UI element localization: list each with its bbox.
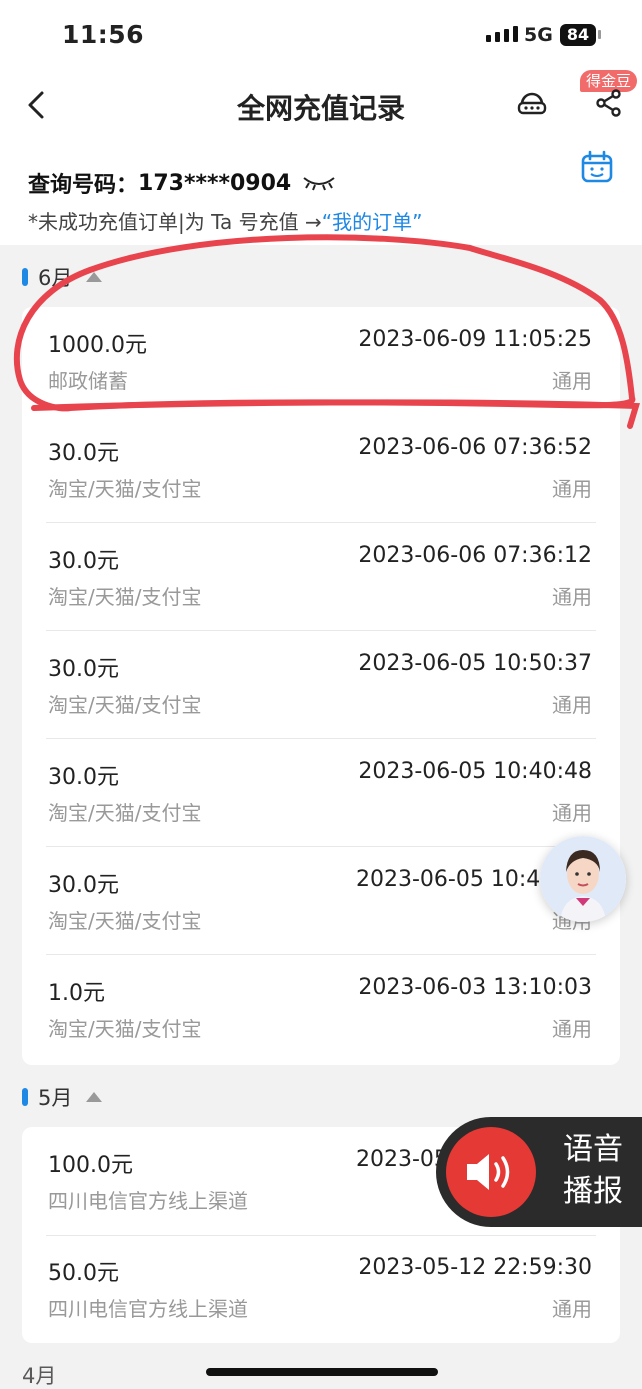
record-channel: 淘宝/天猫/支付宝 (48, 693, 202, 717)
home-indicator[interactable] (206, 1368, 438, 1376)
battery-tip (598, 30, 601, 39)
voice-broadcast-label: 语音 播报 (548, 1129, 638, 1213)
record-row[interactable]: 30.0元 2023-06-05 10:50:37 淘宝/天猫/支付宝 通用 (22, 631, 620, 739)
voice-label-line2: 播报 (563, 1174, 623, 1209)
record-tag: 通用 (552, 1297, 592, 1321)
record-row[interactable]: 30.0元 2023-06-05 10:4 淘宝/天猫/支付宝 通用 (22, 847, 620, 955)
records-card-june: 1000.0元 2023-06-09 11:05:25 邮政储蓄 通用 30.0… (22, 307, 620, 1065)
voice-broadcast-button[interactable]: 语音 播报 (436, 1117, 642, 1227)
record-row[interactable]: 50.0元 2023-05-12 22:59:30 四川电信官方线上渠道 通用 (22, 1235, 620, 1343)
query-tip: *未成功充值订单|为 Ta 号充值 →“我的订单” (28, 206, 422, 235)
calendar-icon[interactable] (580, 150, 614, 184)
record-tag: 通用 (552, 801, 592, 825)
record-channel: 四川电信官方线上渠道 (48, 1297, 248, 1321)
record-amount: 1000.0元 (48, 333, 147, 358)
query-header: 查询号码： 173****0904 *未成功充值订单|为 Ta 号充值 →“我的… (0, 140, 642, 245)
record-datetime: 2023-06-06 07:36:12 (358, 543, 592, 568)
record-channel: 邮政储蓄 (48, 369, 128, 393)
share-icon[interactable] (594, 88, 624, 118)
month-header-april[interactable]: 4月 (22, 1360, 56, 1389)
record-tag: 通用 (552, 585, 592, 609)
record-amount: 100.0元 (48, 1153, 133, 1178)
record-datetime: 2023-06-05 10:4 (356, 867, 541, 892)
row-divider (46, 1235, 596, 1236)
record-row[interactable]: 1000.0元 2023-06-09 11:05:25 邮政储蓄 通用 (22, 307, 620, 415)
nav-bar: 全网充值记录 得金豆 (0, 70, 642, 140)
record-tag: 通用 (552, 477, 592, 501)
voice-label-line1: 语音 (563, 1132, 623, 1167)
month-label: 5月 (38, 1086, 73, 1110)
record-row[interactable]: 1.0元 2023-06-03 13:10:03 淘宝/天猫/支付宝 通用 (22, 955, 620, 1063)
record-channel: 淘宝/天猫/支付宝 (48, 477, 202, 501)
record-row[interactable]: 30.0元 2023-06-05 10:40:48 淘宝/天猫/支付宝 通用 (22, 739, 620, 847)
record-tag: 通用 (552, 693, 592, 717)
network-label: 5G (524, 24, 553, 46)
record-channel: 淘宝/天猫/支付宝 (48, 801, 202, 825)
signal-icon (486, 26, 518, 42)
query-number-line: 查询号码： 173****0904 (28, 167, 337, 199)
query-label: 查询号码： (28, 173, 139, 198)
eye-closed-icon[interactable] (301, 173, 337, 193)
record-datetime: 2023-05-12 22:59:30 (358, 1255, 592, 1280)
record-row[interactable]: 30.0元 2023-06-06 07:36:12 淘宝/天猫/支付宝 通用 (22, 523, 620, 631)
month-marker (22, 1088, 28, 1106)
month-label: 6月 (38, 266, 73, 290)
record-channel: 淘宝/天猫/支付宝 (48, 1017, 202, 1041)
my-orders-link[interactable]: “我的订单” (322, 210, 423, 234)
page: 11:56 5G 84 全网充值记录 得金豆 查询号码： 173****0904… (0, 0, 642, 1389)
record-amount: 30.0元 (48, 873, 119, 898)
caret-up-icon[interactable] (86, 272, 103, 282)
query-number: 173****0904 (138, 170, 292, 196)
record-datetime: 2023-06-09 11:05:25 (358, 327, 592, 352)
record-datetime: 2023-06-03 13:10:03 (358, 975, 592, 1000)
record-datetime: 2023-05 (356, 1147, 448, 1172)
query-tip-text: *未成功充值订单|为 Ta 号充值 → (28, 210, 322, 234)
record-channel: 淘宝/天猫/支付宝 (48, 909, 202, 933)
speaker-button[interactable] (446, 1127, 536, 1217)
status-time: 11:56 (62, 20, 145, 49)
record-amount: 30.0元 (48, 765, 119, 790)
assistant-face-icon (540, 836, 626, 922)
record-datetime: 2023-06-05 10:40:48 (358, 759, 592, 784)
record-row[interactable]: 30.0元 2023-06-06 07:36:52 淘宝/天猫/支付宝 通用 (22, 415, 620, 523)
record-channel: 四川电信官方线上渠道 (48, 1189, 248, 1213)
record-tag: 通用 (552, 1017, 592, 1041)
record-datetime: 2023-06-05 10:50:37 (358, 651, 592, 676)
battery-icon: 84 (560, 24, 596, 46)
record-amount: 50.0元 (48, 1261, 119, 1286)
status-bar: 11:56 5G 84 (0, 0, 642, 70)
speaker-icon (467, 1154, 510, 1190)
record-amount: 30.0元 (48, 657, 119, 682)
record-amount: 30.0元 (48, 549, 119, 574)
record-datetime: 2023-06-06 07:36:52 (358, 435, 592, 460)
record-channel: 淘宝/天猫/支付宝 (48, 585, 202, 609)
caret-up-icon[interactable] (86, 1092, 103, 1102)
customer-service-icon[interactable] (516, 88, 548, 120)
record-tag: 通用 (552, 369, 592, 393)
month-marker (22, 268, 28, 286)
record-amount: 30.0元 (48, 441, 119, 466)
month-header-june[interactable]: 6月 (22, 260, 103, 294)
record-amount: 1.0元 (48, 981, 105, 1006)
month-header-may[interactable]: 5月 (22, 1080, 103, 1114)
assistant-avatar[interactable] (540, 836, 626, 922)
